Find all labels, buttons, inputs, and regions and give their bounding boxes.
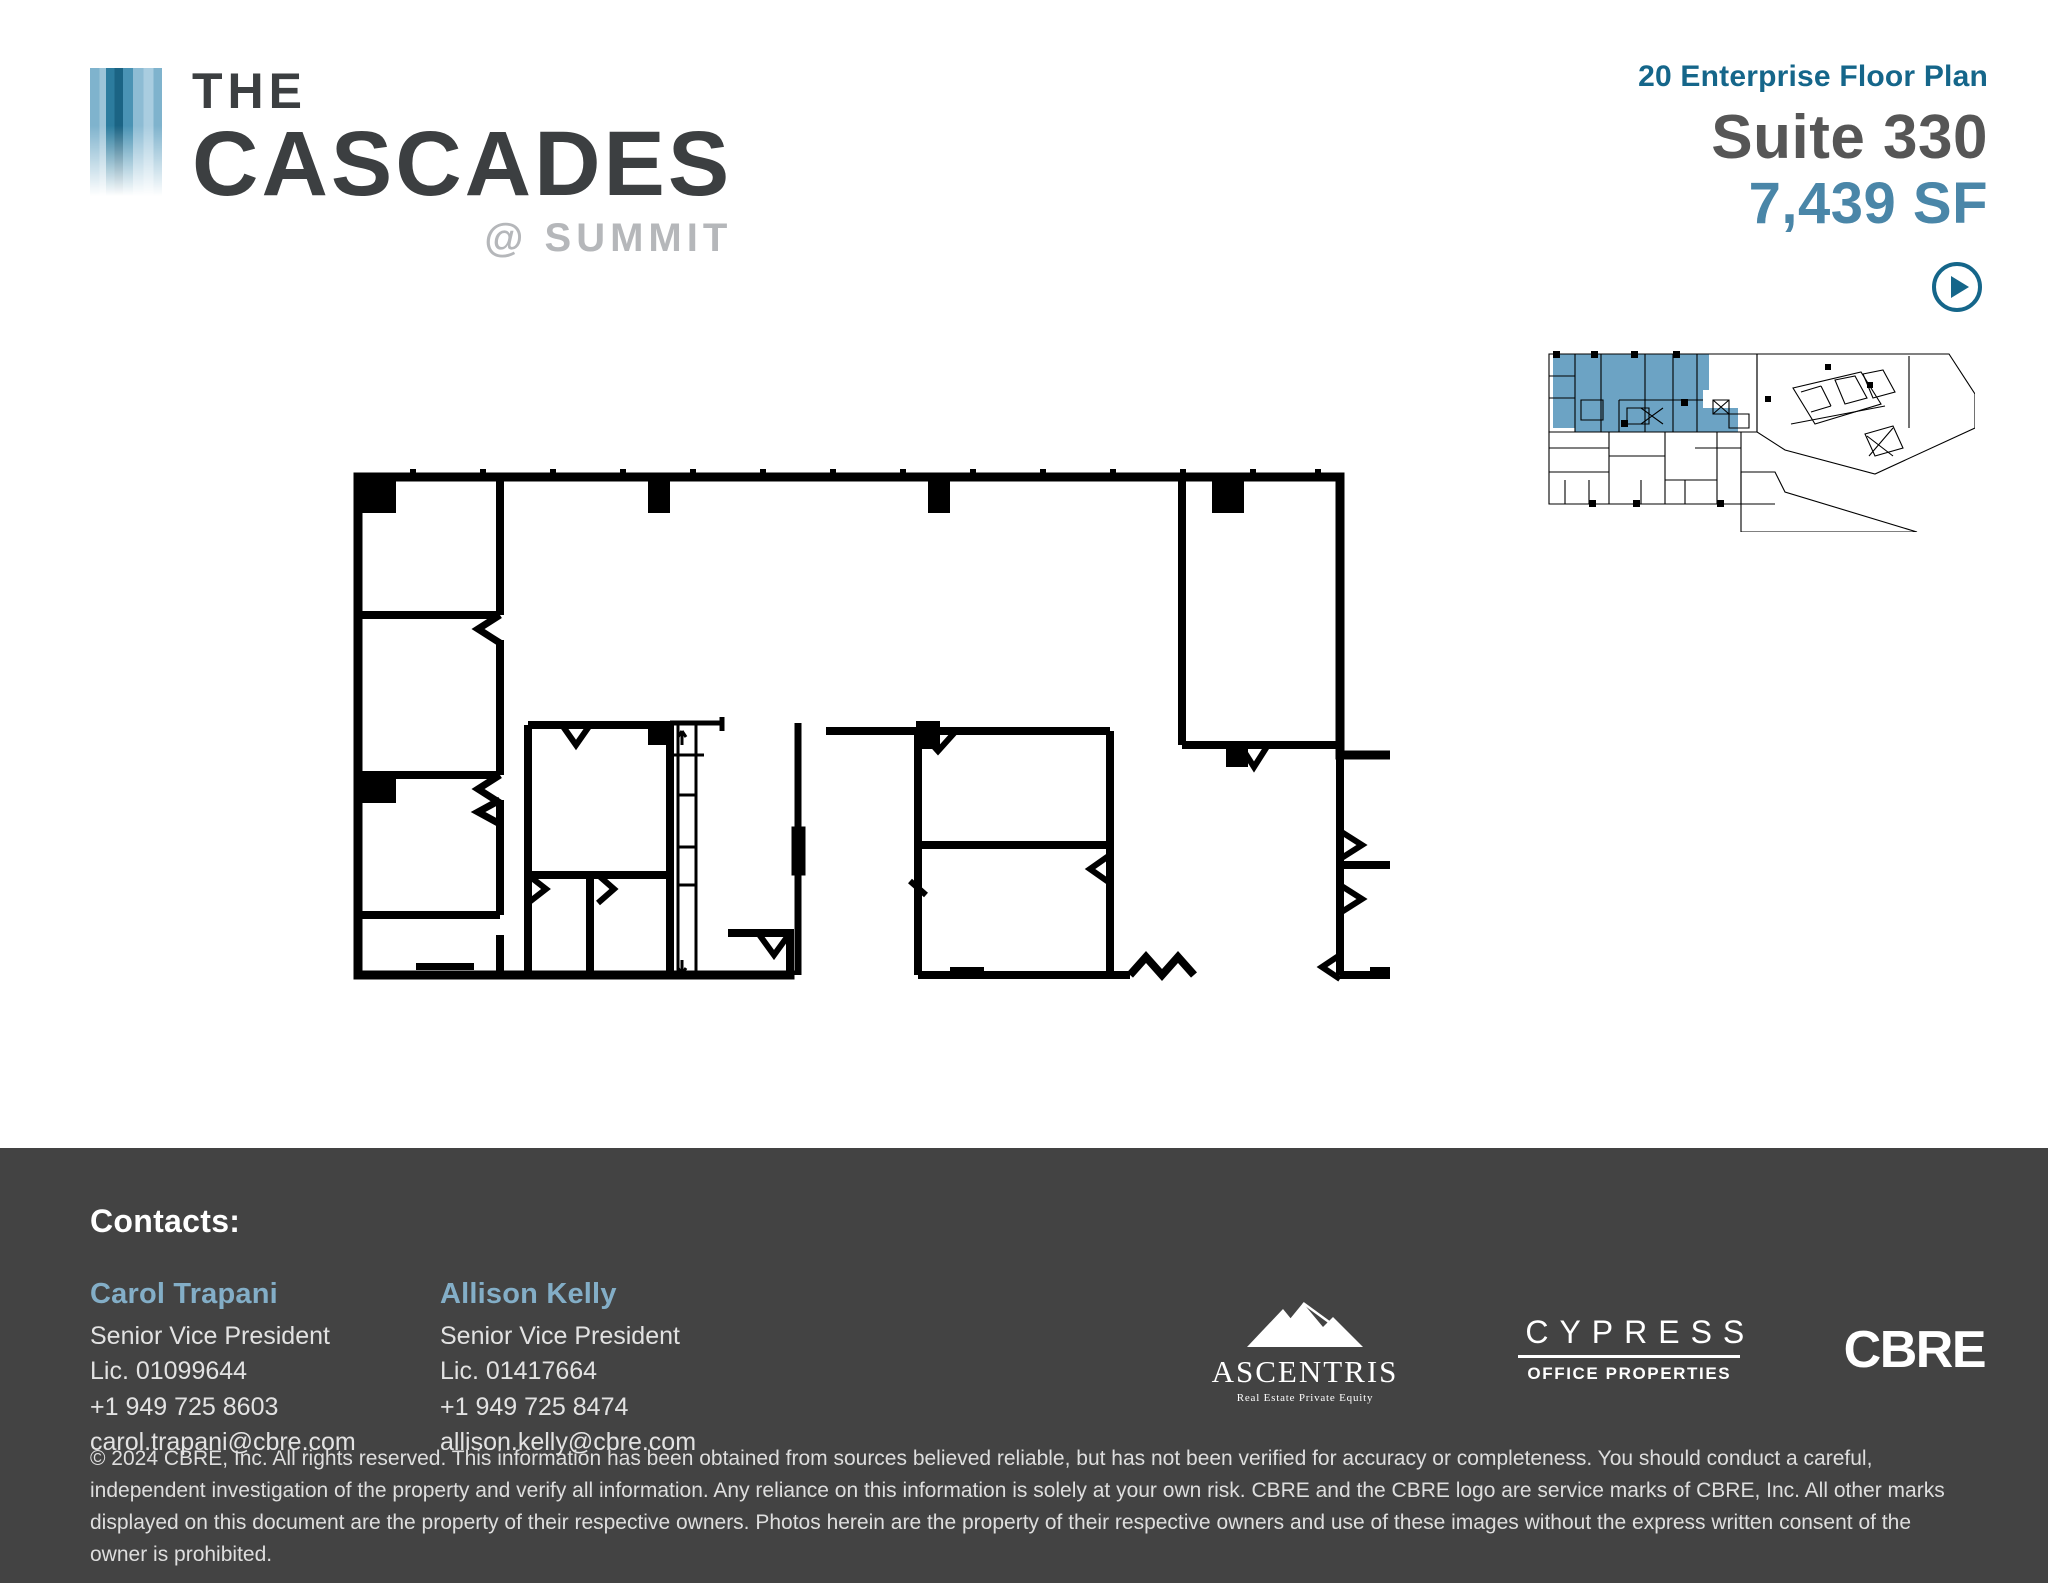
cypress-tagline: OFFICE PROPERTIES [1527, 1364, 1732, 1383]
contact-phone[interactable]: +1 949 725 8603 [90, 1390, 356, 1426]
plan-shaft [670, 723, 704, 975]
plan-jagged-wall [1127, 950, 1197, 982]
brand-subtitle: @ SUMMIT [484, 215, 733, 260]
key-plan-thumbnail [1545, 332, 1976, 533]
cascades-logo-mark-icon [90, 68, 162, 196]
play-button[interactable] [1932, 262, 1982, 312]
brand-wordmark: THE CASCADES @ SUMMIT [192, 62, 732, 258]
ascentris-tagline: Real Estate Private Equity [1236, 1391, 1374, 1404]
plan-middle-doors [908, 728, 1112, 898]
cypress-logo: CYPRESS OFFICE PROPERTIES [1514, 1316, 1744, 1384]
contacts-heading: Contacts: [90, 1203, 241, 1239]
cypress-divider [1518, 1355, 1741, 1358]
brand-name: CASCADES [192, 113, 733, 215]
cbre-logo: CBRE [1843, 1321, 1987, 1379]
play-icon [1950, 276, 1969, 298]
page-header: THE CASCADES @ SUMMIT 20 Enterprise Floo… [0, 0, 2048, 312]
partner-logos: ASCENTRIS Real Estate Private Equity CYP… [1195, 1290, 1987, 1410]
contact-card-1: Carol Trapani Senior Vice President Lic.… [90, 1276, 356, 1461]
floor-plan-page: THE CASCADES @ SUMMIT 20 Enterprise Floo… [0, 0, 2048, 1583]
header-suite-info: 20 Enterprise Floor Plan Suite 330 7,439… [1268, 60, 1988, 235]
plan-left-offices [358, 477, 504, 975]
plan-right-rooms [1336, 755, 1514, 979]
floor-plan-svg [353, 469, 1515, 982]
contact-name: Allison Kelly [440, 1278, 617, 1310]
plan-upper-right-room [1178, 477, 1340, 749]
suite-floor-plan [330, 455, 1515, 1035]
contact-card-2: Allison Kelly Senior Vice President Lic.… [440, 1276, 696, 1461]
plan-corridor-jamb [791, 826, 806, 876]
suite-area: 7,439 SF [1748, 170, 1988, 236]
mountain-icon [1247, 1301, 1363, 1347]
contact-name: Carol Trapani [90, 1278, 278, 1310]
contact-license: Lic. 01099644 [90, 1357, 248, 1386]
cypress-name: CYPRESS [1525, 1314, 1756, 1350]
plan-middle-rooms [826, 727, 1130, 979]
contact-license: Lic. 01417664 [440, 1357, 598, 1386]
brand-logo: THE CASCADES @ SUMMIT [90, 62, 732, 258]
contact-phone[interactable]: +1 949 725 8474 [440, 1390, 696, 1426]
floor-plan-label: 20 Enterprise Floor Plan [1638, 60, 1988, 93]
legal-disclaimer: © 2024 CBRE, Inc. All rights reserved. T… [90, 1447, 1945, 1566]
brand-the: THE [192, 63, 307, 119]
suite-number: Suite 330 [1711, 103, 1988, 172]
ascentris-logo: ASCENTRIS Real Estate Private Equity [1195, 1297, 1415, 1404]
plan-walls [353, 472, 1515, 980]
key-plan-svg [1548, 351, 1976, 533]
contact-title: Senior Vice President [440, 1321, 680, 1350]
ascentris-name: ASCENTRIS [1211, 1353, 1399, 1389]
contact-title: Senior Vice President [90, 1321, 330, 1350]
plan-core-block [524, 721, 674, 975]
